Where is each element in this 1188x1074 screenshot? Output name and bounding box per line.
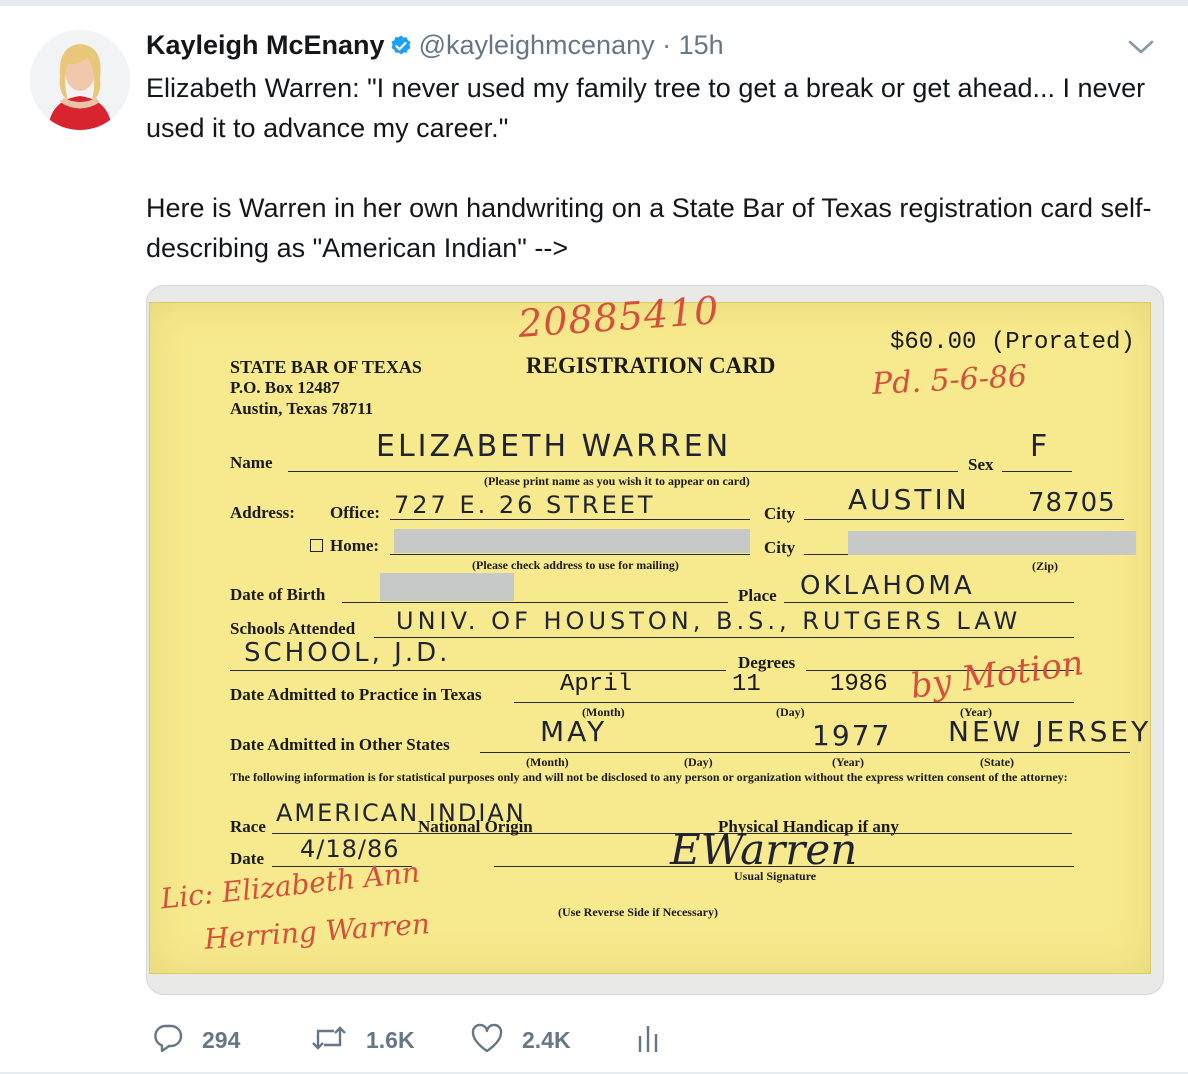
top-divider [0,0,1188,6]
sex-value: F [1030,429,1051,464]
analytics-button[interactable] [636,1020,660,1060]
other-year-value: 1977 [812,719,892,752]
home-redaction [394,529,750,553]
timestamp[interactable]: 15h [679,30,724,60]
dob-label: Date of Birth [230,585,326,604]
office-label: Office: [330,503,381,522]
other-day-label: (Day) [684,755,713,769]
home-line [390,554,750,555]
race-label: Race [230,817,266,836]
check-note: (Please check address to use for mailing… [472,558,679,572]
admitted-other-line [480,752,1130,753]
author-name[interactable]: Kayleigh McEnany [146,30,385,60]
tweet-text: Elizabeth Warren: "I never used my famil… [146,73,1152,263]
org-city: Austin, Texas 78711 [230,399,374,418]
degrees-label: Degrees [738,653,796,672]
date-label: Date [230,849,264,868]
schools-value-2: SCHOOL, J.D. [244,638,451,668]
place-value: OKLAHOMA [800,571,975,601]
chevron-down-icon[interactable] [1126,34,1156,58]
city-line [804,519,1124,520]
home-checkbox [310,539,323,552]
tweet-actions: 294 1.6K 2.4K [152,1020,692,1060]
name-line [288,471,958,472]
signature-value: EWarren [670,825,858,874]
place-label: Place [738,586,777,605]
avatar[interactable] [30,30,130,130]
address-label: Address: [230,503,295,522]
other-state-value: NEW JERSEY [948,715,1152,748]
sex-label: Sex [968,455,994,474]
place-line [784,602,1074,603]
schools-label: Schools Attended [230,619,356,638]
schools-value-1: UNIV. OF HOUSTON, B.S., RUTGERS LAW [396,607,1022,635]
tx-year-value: 1986 [830,671,888,698]
statistical-note: The following information is for statist… [230,770,1068,784]
analytics-icon [636,1022,660,1059]
tx-day-value: 11 [732,671,761,698]
retweet-count: 1.6K [366,1026,415,1053]
lic-note-1: Lic: Elizabeth Ann [158,855,422,916]
retweet-button[interactable]: 1.6K [310,1020,415,1060]
tweet-image[interactable]: 20885410 STATE BAR OF TEXAS P.O. Box 124… [146,285,1164,995]
reply-count: 294 [202,1026,241,1053]
city-redaction [848,531,1136,555]
city-label-2: City [764,538,796,557]
city-label: City [764,504,796,523]
print-note: (Please print name as you wish it to app… [484,474,750,488]
office-value: 727 E. 26 STREET [394,491,656,519]
usual-signature-label: Usual Signature [734,869,817,883]
state-label: (State) [980,755,1014,769]
org-box: P.O. Box 12487 [230,378,340,397]
verified-badge-icon [389,32,413,66]
race-value: AMERICAN INDIAN [276,799,526,827]
zip-value: 78705 [1028,488,1116,518]
by-motion-note: by Motion [908,643,1086,707]
retweet-icon [310,1022,348,1059]
card-title: REGISTRATION CARD [526,353,776,378]
author-handle[interactable]: @kayleighmcenany [419,30,655,60]
separator-dot: · [662,30,672,60]
dob-line [342,602,728,603]
zip-label: (Zip) [1032,559,1059,573]
other-year-label: (Year) [832,755,864,769]
admitted-texas-label: Date Admitted to Practice in Texas [230,685,482,704]
other-month-value: MAY [540,715,608,748]
tx-day-label: (Day) [776,705,805,719]
reply-icon [152,1022,184,1059]
name-value: ELIZABETH WARREN [376,429,732,464]
reply-button[interactable]: 294 [152,1020,240,1060]
like-icon [470,1022,504,1059]
card-serial: 20885410 [516,288,721,346]
other-month-label: (Month) [526,755,569,769]
office-line [390,519,750,520]
reverse-note: (Use Reverse Side if Necessary) [558,905,718,919]
sex-line [1002,471,1072,472]
admitted-other-label: Date Admitted in Other States [230,735,450,754]
like-count: 2.4K [522,1026,571,1053]
org-name: STATE BAR OF TEXAS [230,357,422,377]
lic-note-2: Herring Warren [203,907,431,956]
city-value: AUSTIN [848,483,970,516]
like-button[interactable]: 2.4K [470,1020,571,1060]
name-label: Name [230,453,273,472]
registration-card: 20885410 STATE BAR OF TEXAS P.O. Box 124… [149,288,1152,974]
admitted-texas-line [514,702,1074,703]
tx-month-value: April [560,671,633,698]
dob-redaction [380,573,514,601]
schools-line-2 [230,670,726,671]
schools-line [374,637,1074,638]
paid-note: Pd. 5-6-86 [871,358,1028,403]
tweet-header: Kayleigh McEnany @kayleighmcenany · 15h [146,28,724,66]
card-fee: $60.00 (Prorated) [890,329,1135,356]
home-label: Home: [330,536,380,555]
